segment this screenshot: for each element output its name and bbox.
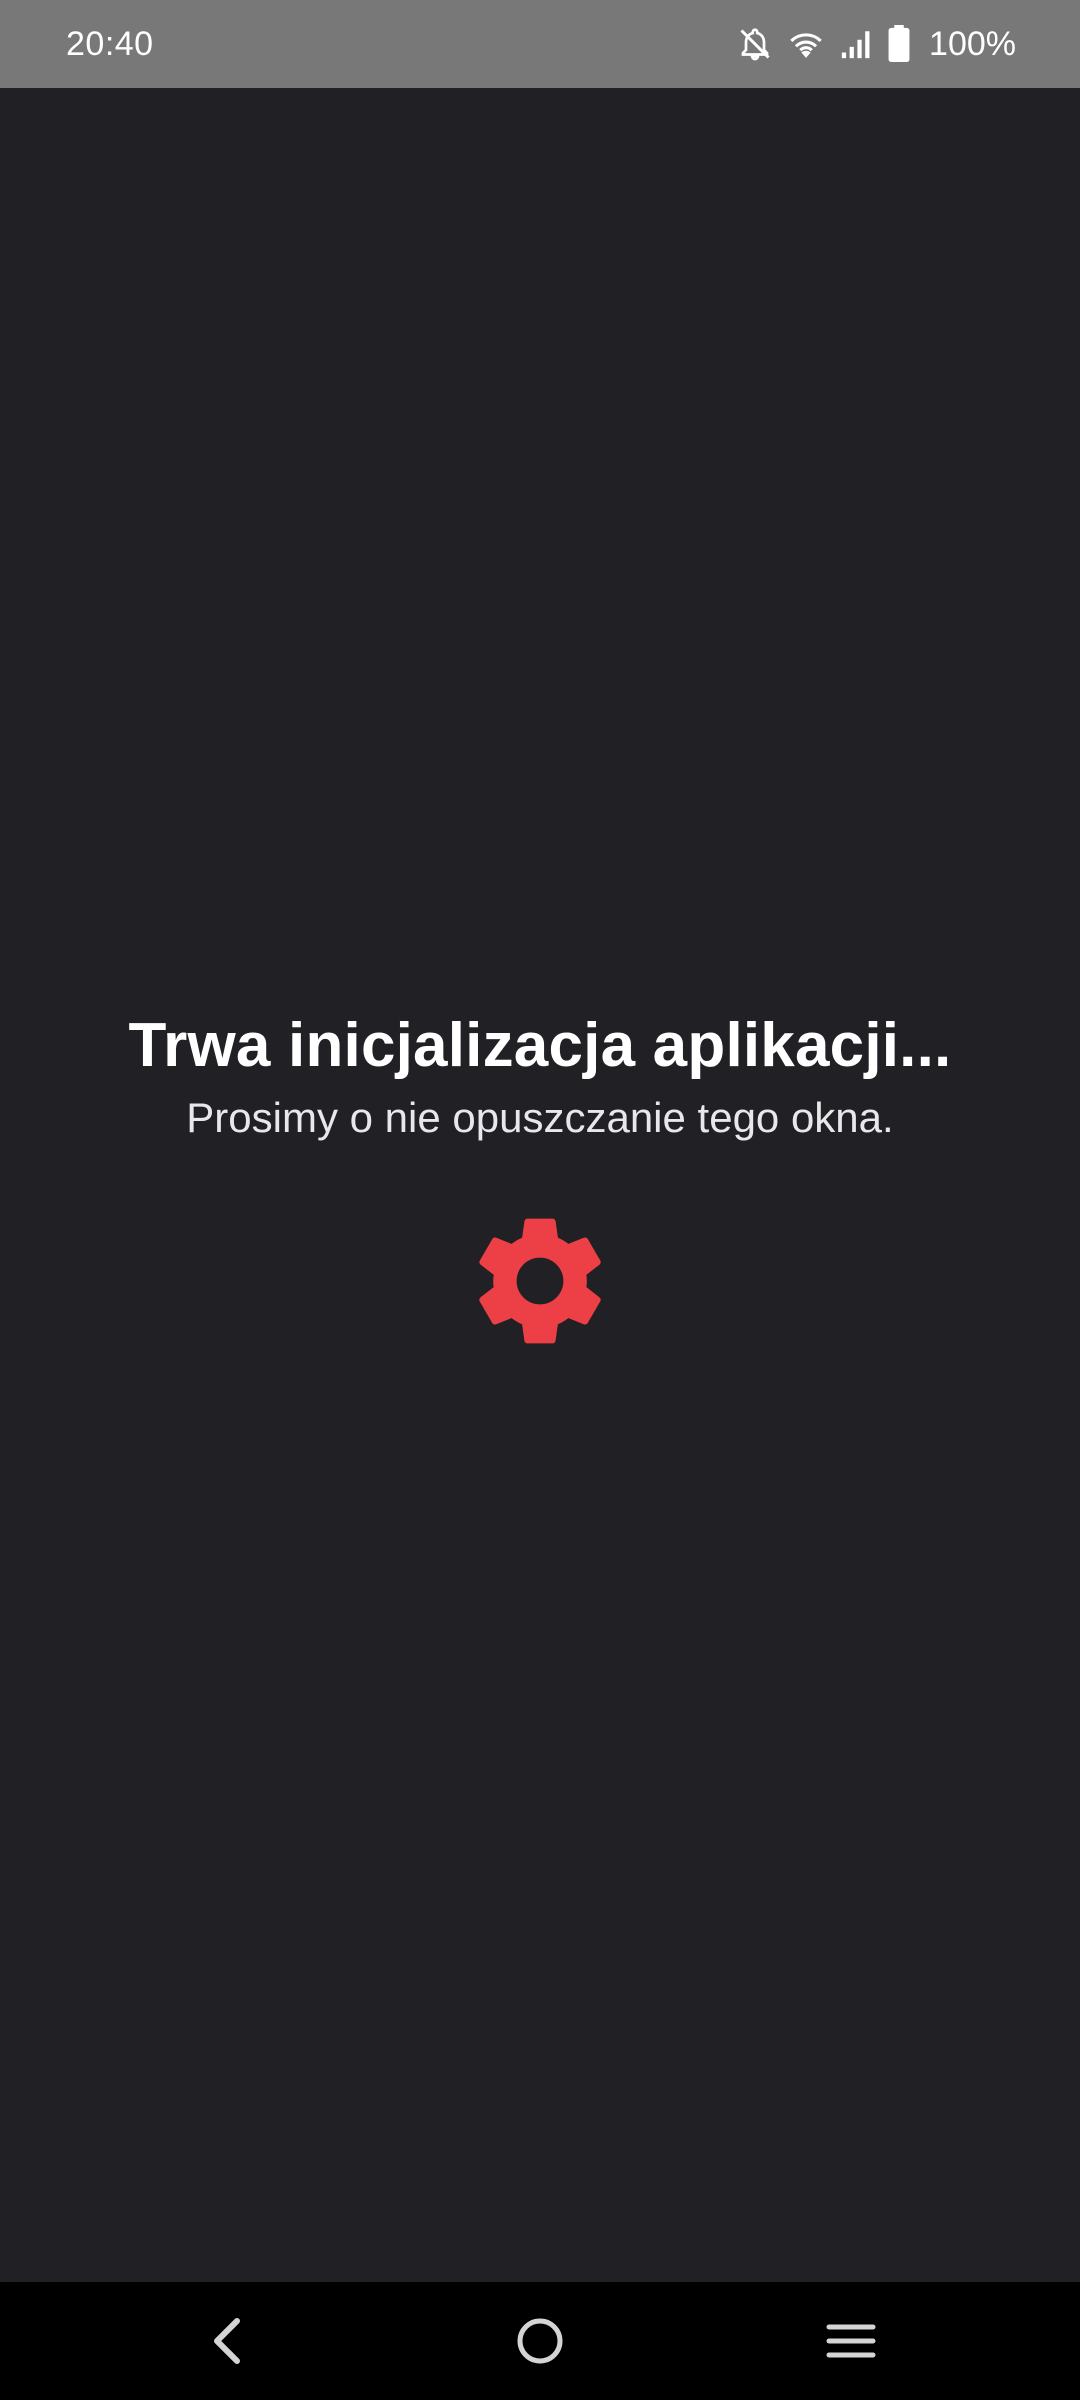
notifications-off-icon xyxy=(737,24,773,64)
wifi-icon xyxy=(787,24,825,64)
page-title: Trwa inicjalizacja aplikacji... xyxy=(128,1011,952,1080)
battery-percentage: 100% xyxy=(929,24,1016,63)
battery-icon xyxy=(887,24,911,64)
back-icon[interactable] xyxy=(192,2306,262,2376)
home-icon[interactable] xyxy=(505,2306,575,2376)
loading-view: Trwa inicjalizacja aplikacji... Prosimy … xyxy=(0,88,1080,2282)
status-icons: 100% xyxy=(737,24,1016,64)
page-subtitle: Prosimy o nie opuszczanie tego okna. xyxy=(186,1094,894,1141)
status-time: 20:40 xyxy=(66,24,154,63)
status-bar: 20:40 100% xyxy=(0,0,1080,88)
navigation-bar xyxy=(0,2282,1080,2400)
recents-icon[interactable] xyxy=(816,2306,886,2376)
app-screen: 20:40 100% Trwa inicjalizacja aplikacji.… xyxy=(0,0,1080,2400)
cell-signal-icon xyxy=(839,24,873,64)
gear-icon xyxy=(462,1200,618,1362)
